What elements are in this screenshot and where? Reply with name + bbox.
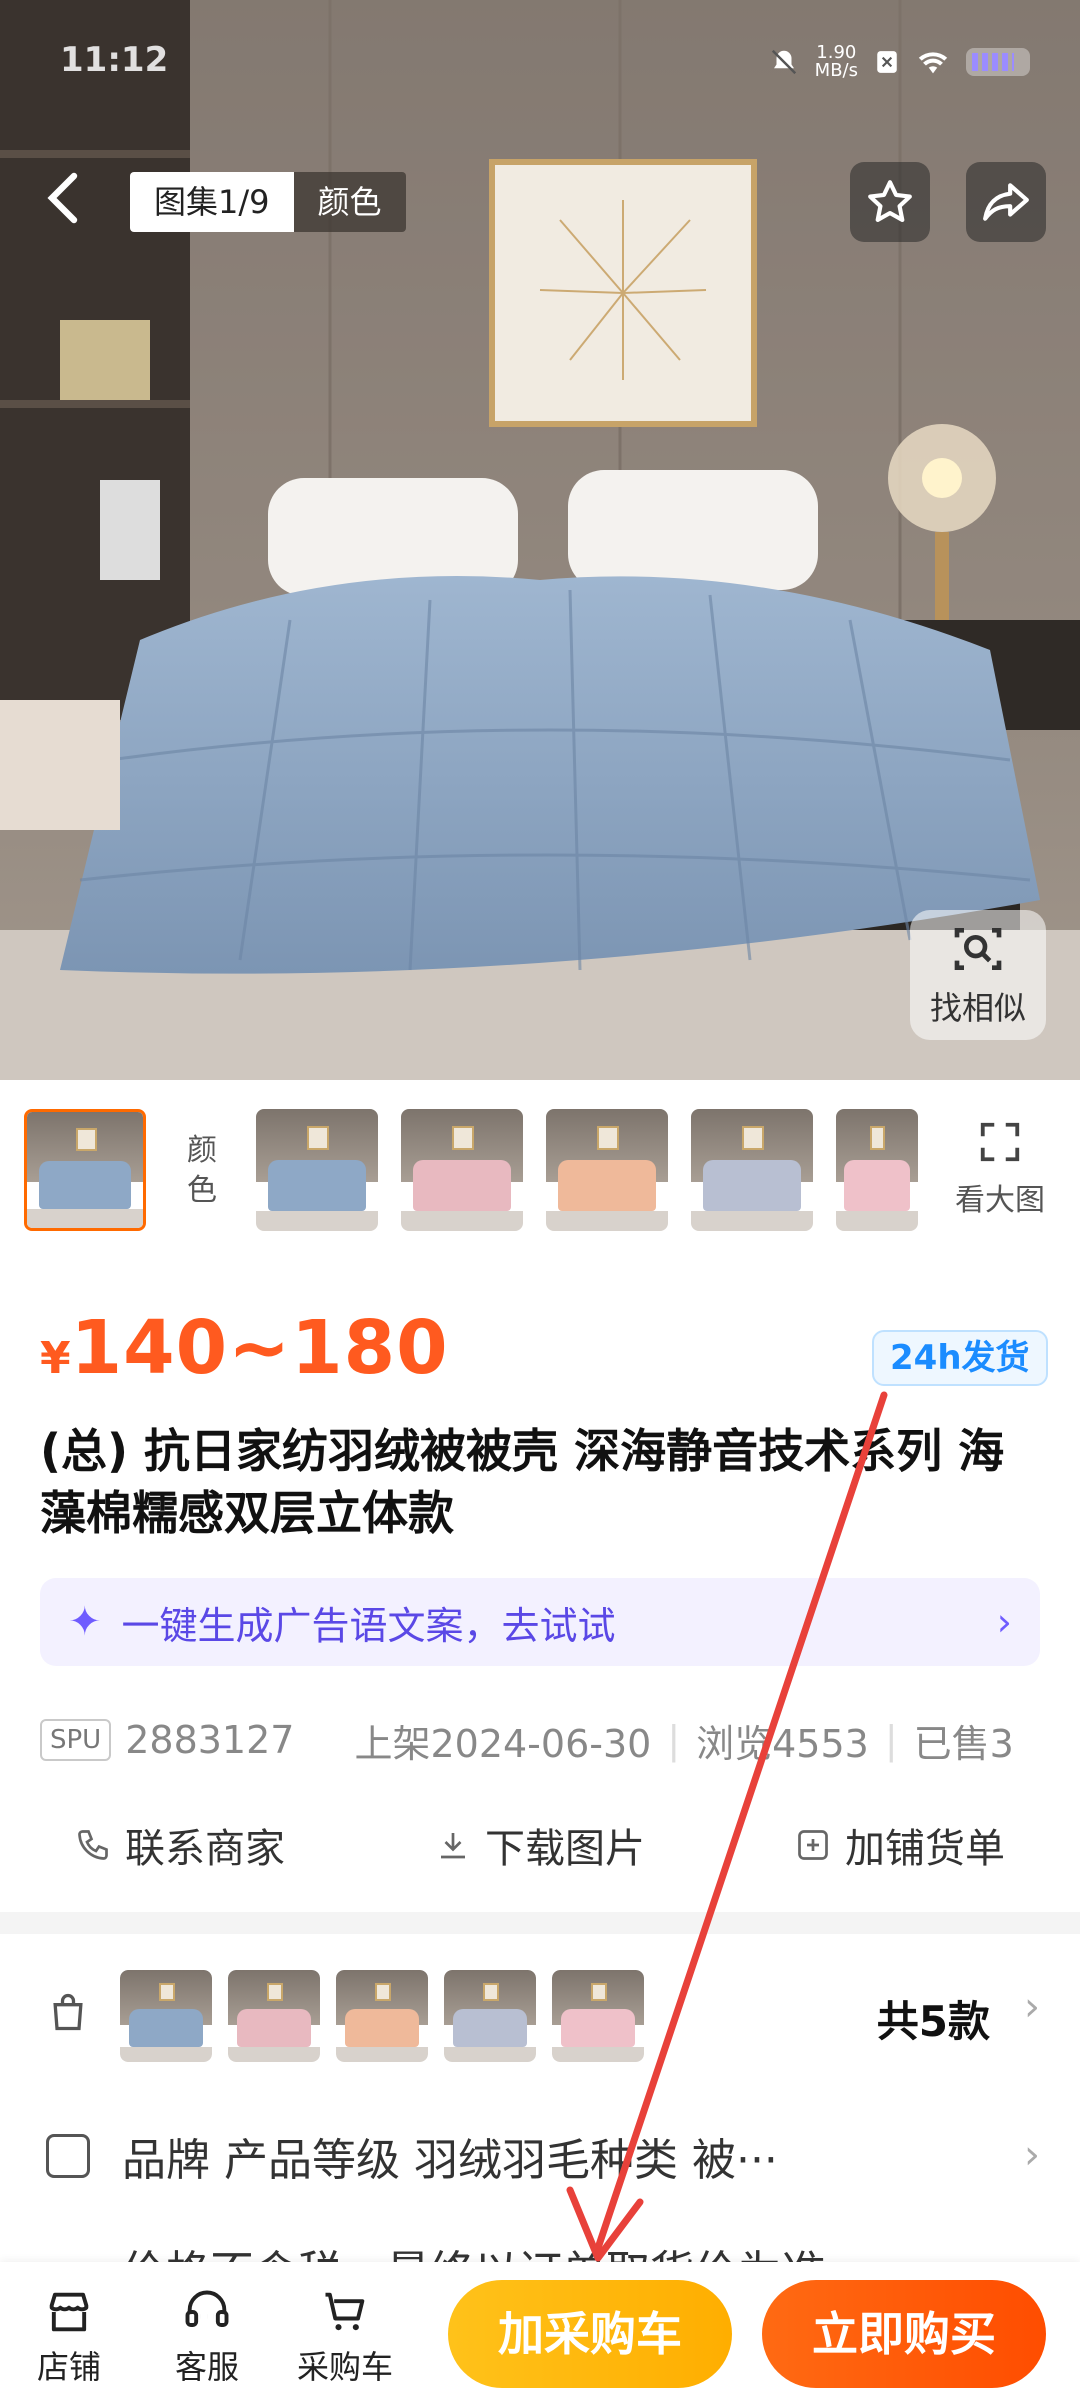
- chevron-right-icon: ›: [996, 1600, 1012, 1644]
- chevron-right-icon: ›: [1024, 2132, 1040, 2178]
- add-list-icon: [798, 1830, 828, 1860]
- attributes-row[interactable]: 品牌 产品等级 羽绒羽毛种类 被··· ›: [0, 2120, 1080, 2192]
- find-similar-button[interactable]: 找相似: [910, 910, 1046, 1040]
- download-images-button[interactable]: 下载图片: [435, 1816, 645, 1874]
- find-similar-label: 找相似: [929, 989, 1026, 1027]
- thumbnail-1[interactable]: [24, 1109, 146, 1231]
- store-nav[interactable]: 店铺: [14, 2282, 124, 2388]
- image-search-icon: [954, 928, 1002, 970]
- thumbnail-strip: 颜色 看大图: [0, 1105, 1080, 1235]
- favorite-button[interactable]: [850, 162, 930, 242]
- ai-copywriting-text: 一键生成广告语文案，去试试: [121, 1603, 616, 1648]
- battery-icon: [966, 48, 1030, 76]
- view-count: 浏览4553: [696, 1721, 869, 1766]
- spu-value: 2883127: [125, 1718, 295, 1762]
- product-meta: SPU 2883127 上架2024-06-30 | 浏览4553 | 已售3: [40, 1712, 1060, 1768]
- variants-row[interactable]: 共5款 ›: [0, 1960, 1080, 2072]
- thumbnail-4[interactable]: [546, 1109, 668, 1231]
- status-time: 11:12: [60, 40, 169, 80]
- status-icons: 1.90 MB/s: [769, 44, 1030, 80]
- thumbnail-5[interactable]: [691, 1109, 813, 1231]
- share-arrow-icon: [983, 183, 1029, 221]
- network-speed: 1.90 MB/s: [815, 44, 858, 80]
- listed-date: 上架2024-06-30: [354, 1721, 652, 1766]
- sparkle-icon: ✦: [68, 1599, 102, 1645]
- settings-sliders-icon: [46, 2134, 90, 2178]
- purchase-cart-label: 采购车: [296, 2348, 393, 2386]
- gallery-color-tab[interactable]: 颜色: [293, 172, 406, 232]
- thumbnail-2[interactable]: [256, 1109, 378, 1231]
- variant-total: 共5款: [876, 1997, 990, 2046]
- add-to-list-button[interactable]: 加铺货单: [795, 1816, 1005, 1874]
- variant-thumb-4[interactable]: [444, 1970, 536, 2062]
- price: ¥140~180: [40, 1305, 449, 1391]
- store-label: 店铺: [36, 2348, 101, 2386]
- contact-seller-label: 联系商家: [125, 1826, 285, 1872]
- price-range: 140~180: [70, 1305, 449, 1391]
- chevron-left-icon: [47, 172, 78, 224]
- section-divider: [0, 1912, 1080, 1934]
- phone-icon: [78, 1830, 108, 1860]
- bottom-action-bar: 店铺 客服 采购车 加采购车 立即购买: [0, 2262, 1080, 2408]
- mute-bell-icon: [771, 49, 796, 75]
- buy-now-button[interactable]: 立即购买: [762, 2280, 1046, 2388]
- view-large-button[interactable]: 看大图: [940, 1119, 1060, 1219]
- download-icon: [441, 1833, 465, 1859]
- customer-service-nav[interactable]: 客服: [152, 2282, 262, 2388]
- shopping-bag-icon: [53, 1993, 83, 2031]
- gallery-counter-tab[interactable]: 图集1/9: [130, 172, 294, 232]
- cart-icon: [325, 2292, 365, 2331]
- variant-thumb-2[interactable]: [228, 1970, 320, 2062]
- price-currency: ¥: [40, 1333, 71, 1384]
- wifi-icon: [918, 52, 948, 74]
- chevron-right-icon: ›: [1024, 1984, 1040, 2030]
- sold-count: 已售3: [913, 1721, 1014, 1766]
- variant-thumb-3[interactable]: [336, 1970, 428, 2062]
- thumbnail-6[interactable]: [836, 1109, 918, 1231]
- variant-thumb-5[interactable]: [552, 1970, 644, 2062]
- store-icon: [49, 2292, 89, 2332]
- attributes-text: 品牌 产品等级 羽绒羽毛种类 被···: [122, 2135, 778, 2186]
- download-images-label: 下载图片: [485, 1826, 645, 1872]
- contact-seller-button[interactable]: 联系商家: [75, 1816, 285, 1874]
- product-title: (总) 抗日家纺羽绒被被壳 深海静音技术系列 海藻棉糯感双层立体款: [40, 1424, 1005, 1540]
- back-button[interactable]: [36, 170, 92, 226]
- gallery-tabs: 图集1/9 颜色: [130, 172, 406, 232]
- share-button[interactable]: [966, 162, 1046, 242]
- add-to-list-label: 加铺货单: [845, 1826, 1005, 1872]
- star-icon: [868, 180, 912, 223]
- color-label: 颜色: [187, 1133, 217, 1208]
- network-speed-unit: MB/s: [814, 60, 858, 81]
- status-bar: 11:12 1.90 MB/s: [0, 0, 1080, 120]
- headset-icon: [185, 2290, 229, 2327]
- thumbnail-3[interactable]: [401, 1109, 523, 1231]
- product-image[interactable]: 11:12 1.90 MB/s 图集1/9 颜色 找相似: [0, 0, 1080, 1080]
- expand-icon: [980, 1122, 1020, 1162]
- ai-copywriting-banner[interactable]: ✦ 一键生成广告语文案，去试试 ›: [40, 1578, 1040, 1666]
- product-actions: 联系商家 下载图片 加铺货单: [0, 1805, 1080, 1885]
- view-large-label: 看大图: [955, 1183, 1045, 1218]
- add-to-cart-button[interactable]: 加采购车: [448, 2280, 732, 2388]
- spu-tag: SPU: [40, 1719, 112, 1761]
- sim-off-icon: [877, 51, 897, 73]
- customer-service-label: 客服: [174, 2348, 239, 2386]
- shipping-badge: 24h发货: [872, 1330, 1048, 1386]
- purchase-cart-nav[interactable]: 采购车: [290, 2282, 400, 2388]
- variant-thumb-1[interactable]: [120, 1970, 212, 2062]
